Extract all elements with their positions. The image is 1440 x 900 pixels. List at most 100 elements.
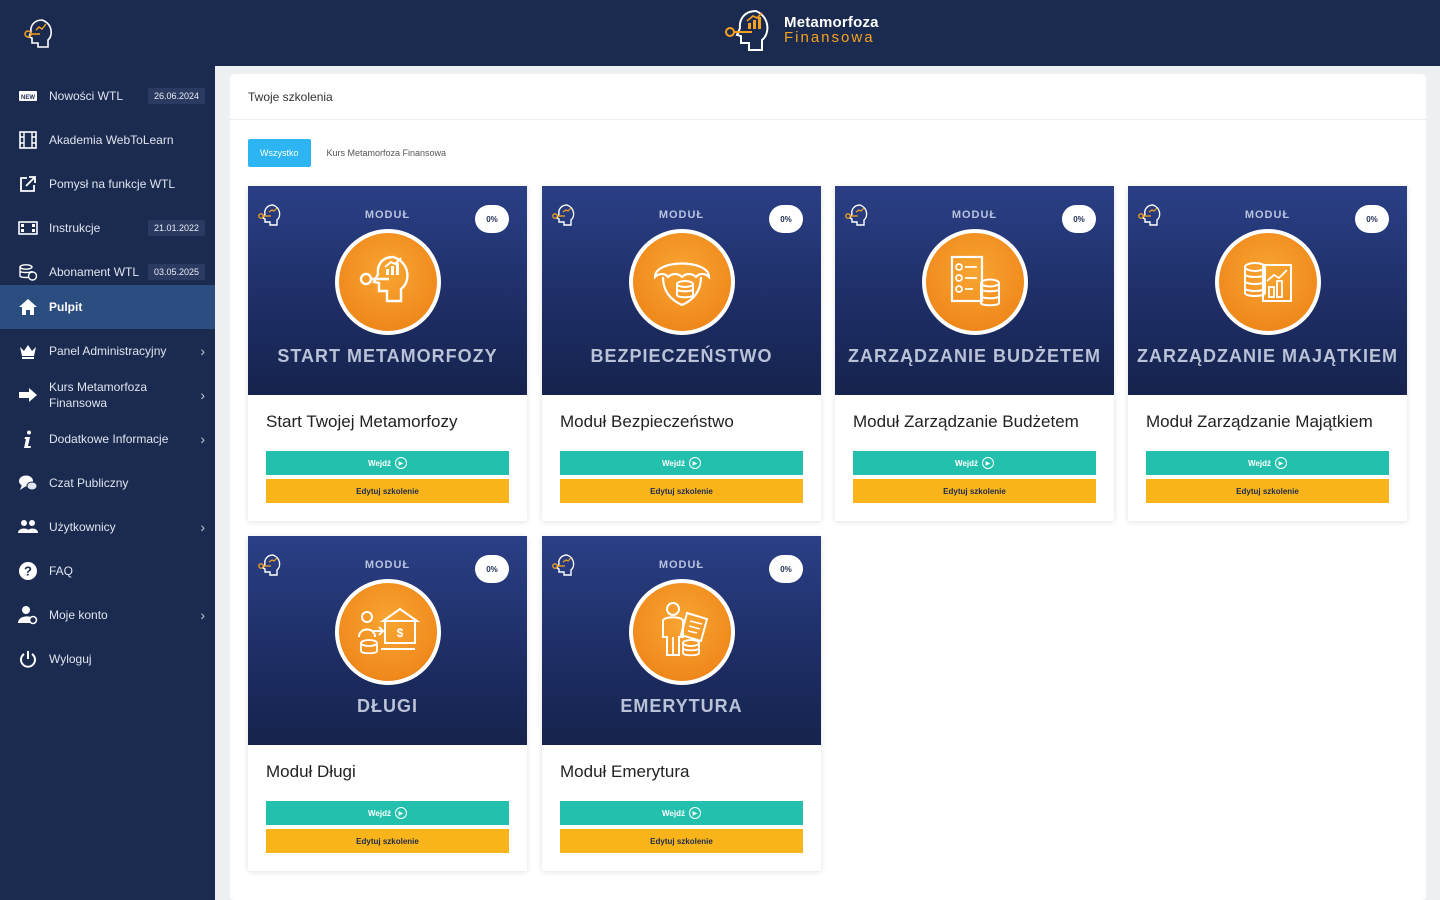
play-icon: ▶ bbox=[981, 457, 994, 469]
sidebar-item-moje-konto[interactable]: Moje konto › bbox=[0, 593, 215, 637]
sidebar-item-nowosci[interactable]: NEW Nowości WTL 26.06.2024 bbox=[0, 74, 215, 118]
brand-title: Metamorfoza bbox=[784, 14, 879, 31]
course-title[interactable]: Moduł Zarządzanie Budżetem bbox=[853, 412, 1079, 432]
sidebar-item-faq[interactable]: ? FAQ bbox=[0, 549, 215, 593]
enter-label: Wejdź bbox=[368, 808, 391, 818]
retiree-icon bbox=[662, 602, 709, 657]
enter-label: Wejdź bbox=[1248, 458, 1271, 468]
course-thumbnail[interactable]: MODUŁ 0% EMERYTURA bbox=[542, 536, 821, 745]
sidebar-item-pomysl[interactable]: Pomysł na funkcje WTL bbox=[0, 162, 215, 206]
sidebar-item-instrukcje[interactable]: Instrukcje 21.01.2022 bbox=[0, 206, 215, 250]
module-name: DŁUGI bbox=[357, 696, 418, 716]
course-title[interactable]: Moduł Zarządzanie Majątkiem bbox=[1146, 412, 1373, 432]
course-thumbnail[interactable]: MODUŁ 0% ZARZĄDZANIE MAJĄTKIEM bbox=[1128, 186, 1407, 395]
arrow-right-icon bbox=[18, 385, 38, 405]
page-title: Twoje szkolenia bbox=[230, 74, 1426, 120]
sidebar-item-label: Użytkownicy bbox=[49, 520, 116, 534]
sidebar-item-label: Pomysł na funkcje WTL bbox=[49, 177, 176, 191]
course-thumbnail[interactable]: MODUŁ 0% $ DŁUGI bbox=[248, 536, 527, 745]
edit-course-button[interactable]: Edytuj szkolenie bbox=[266, 479, 509, 503]
svg-text:$: $ bbox=[397, 626, 404, 640]
module-name: START METAMORFOZY bbox=[277, 346, 498, 366]
edit-course-button[interactable]: Edytuj szkolenie bbox=[266, 829, 509, 853]
chevron-right-icon: › bbox=[200, 387, 205, 403]
course-thumbnail[interactable]: MODUŁ 0% START METAMORFOZY bbox=[248, 186, 527, 395]
brand-logo[interactable]: Metamorfoza Finansowa bbox=[722, 6, 879, 54]
module-emblem bbox=[335, 229, 441, 335]
coins-chart-icon bbox=[1244, 262, 1292, 302]
question-icon: ? bbox=[18, 561, 38, 581]
sidebar-item-label: Wyloguj bbox=[49, 652, 92, 666]
progress-badge: 0% bbox=[769, 555, 803, 583]
sidebar-item-label: Kurs Metamorfoza Finansowa bbox=[49, 380, 148, 410]
course-title[interactable]: Moduł Bezpieczeństwo bbox=[560, 412, 734, 432]
course-card: MODUŁ 0% ZARZĄDZANIE MAJĄTKIEM Moduł Zar… bbox=[1128, 186, 1407, 521]
sidebar-item-dodatkowe-informacje[interactable]: Dodatkowe Informacje › bbox=[0, 417, 215, 461]
umbrella-coins-icon bbox=[653, 262, 711, 307]
course-title[interactable]: Moduł Emerytura bbox=[560, 762, 689, 782]
progress-badge: 0% bbox=[769, 205, 803, 233]
filter-course-button[interactable]: Kurs Metamorfoza Finansowa bbox=[315, 139, 459, 167]
sidebar-item-label: Dodatkowe Informacje bbox=[49, 432, 169, 446]
video-icon bbox=[18, 218, 38, 238]
course-title[interactable]: Start Twojej Metamorfozy bbox=[266, 412, 457, 432]
edit-course-button[interactable]: Edytuj szkolenie bbox=[853, 479, 1096, 503]
progress-badge: 0% bbox=[475, 205, 509, 233]
sidebar-item-czat-publiczny[interactable]: Czat Publiczny bbox=[0, 461, 215, 505]
enter-button[interactable]: Wejdź ▶ bbox=[853, 451, 1096, 475]
course-thumbnail[interactable]: MODUŁ 0% ZARZĄDZANIE BUDŻETEM bbox=[835, 186, 1114, 395]
sidebar-item-label: Czat Publiczny bbox=[49, 476, 129, 490]
edit-course-button[interactable]: Edytuj szkolenie bbox=[560, 479, 803, 503]
course-thumbnail[interactable]: MODUŁ 0% BEZPIECZEŃSTWO bbox=[542, 186, 821, 395]
filter-tabs: Wszystko Kurs Metamorfoza Finansowa bbox=[248, 139, 458, 167]
sidebar-item-label: Instrukcje bbox=[49, 221, 101, 235]
module-emblem bbox=[629, 579, 735, 685]
enter-label: Wejdź bbox=[955, 458, 978, 468]
module-name: ZARZĄDZANIE MAJĄTKIEM bbox=[1137, 346, 1398, 366]
enter-label: Wejdź bbox=[662, 808, 685, 818]
coins-icon bbox=[18, 262, 38, 282]
enter-button[interactable]: Wejdź ▶ bbox=[560, 801, 803, 825]
module-emblem bbox=[629, 229, 735, 335]
course-card: MODUŁ 0% ZARZĄDZANIE BUDŻETEM Moduł Zarz… bbox=[835, 186, 1114, 521]
external-link-icon bbox=[18, 174, 38, 194]
edit-course-button[interactable]: Edytuj szkolenie bbox=[1146, 479, 1389, 503]
main-panel: Twoje szkolenia Wszystko Kurs Metamorfoz… bbox=[230, 74, 1426, 900]
play-icon: ▶ bbox=[1274, 457, 1287, 469]
module-emblem: $ bbox=[335, 579, 441, 685]
sidebar-item-label: FAQ bbox=[49, 564, 74, 578]
enter-button[interactable]: Wejdź ▶ bbox=[1146, 451, 1389, 475]
checklist-coins-icon bbox=[950, 255, 1000, 307]
enter-button[interactable]: Wejdź ▶ bbox=[560, 451, 803, 475]
sidebar-item-pulpit[interactable]: Pulpit bbox=[0, 285, 215, 329]
sidebar-item-label: Panel Administracyjny bbox=[49, 344, 167, 358]
power-icon bbox=[18, 649, 38, 669]
play-icon: ▶ bbox=[394, 457, 407, 469]
course-title[interactable]: Moduł Długi bbox=[266, 762, 356, 782]
enter-button[interactable]: Wejdź ▶ bbox=[266, 451, 509, 475]
chevron-right-icon: › bbox=[200, 607, 205, 623]
user-settings-icon bbox=[18, 605, 38, 625]
sidebar-item-label: Nowości WTL bbox=[49, 89, 124, 103]
sidebar-item-wyloguj[interactable]: Wyloguj bbox=[0, 637, 215, 681]
sidebar-item-akademia[interactable]: Akademia WebToLearn bbox=[0, 118, 215, 162]
course-card: MODUŁ 0% EMERYTURA Moduł Emerytura Wejdź… bbox=[542, 536, 821, 871]
sidebar-item-panel-administracyjny[interactable]: Panel Administracyjny › bbox=[0, 329, 215, 373]
enter-button[interactable]: Wejdź ▶ bbox=[266, 801, 509, 825]
new-badge-icon: NEW bbox=[18, 86, 38, 106]
brand-subtitle: Finansowa bbox=[784, 29, 875, 46]
sidebar-item-label: Moje konto bbox=[49, 608, 108, 622]
sidebar-item-kurs[interactable]: Kurs Metamorfoza Finansowa › bbox=[0, 373, 215, 417]
sidebar-item-label: Pulpit bbox=[49, 300, 83, 314]
head-logo-icon[interactable] bbox=[22, 16, 58, 50]
play-icon: ▶ bbox=[394, 807, 407, 819]
edit-course-button[interactable]: Edytuj szkolenie bbox=[560, 829, 803, 853]
filter-all-button[interactable]: Wszystko bbox=[248, 139, 311, 167]
sidebar-item-label: Akademia WebToLearn bbox=[49, 133, 174, 147]
module-emblem bbox=[922, 229, 1028, 335]
head-chart-icon bbox=[359, 255, 409, 303]
chevron-right-icon: › bbox=[200, 343, 205, 359]
sidebar-item-uzytkownicy[interactable]: Użytkownicy › bbox=[0, 505, 215, 549]
module-name: ZARZĄDZANIE BUDŻETEM bbox=[848, 346, 1101, 366]
film-icon bbox=[18, 130, 38, 150]
